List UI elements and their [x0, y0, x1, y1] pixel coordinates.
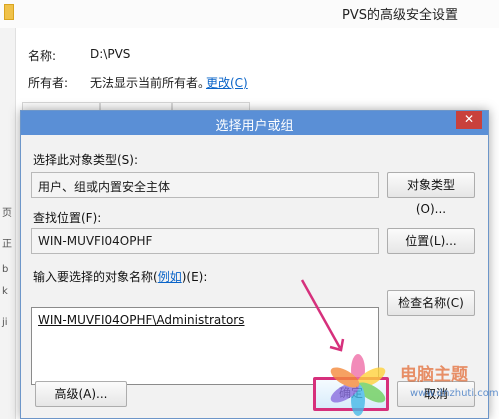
left-strip-text: 页: [2, 208, 12, 219]
watermark-text: 电脑主题: [400, 365, 468, 385]
left-strip-text: ji: [2, 317, 8, 328]
background-left-panel: 页 正 b k ji: [0, 28, 16, 419]
location-label: 查找位置(F):: [33, 211, 102, 225]
folder-icon: [4, 4, 14, 20]
owner-value: 无法显示当前所有者。: [90, 76, 211, 90]
left-strip-text: k: [2, 286, 8, 297]
dialog-titlebar: 选择用户或组 ✕: [21, 111, 488, 135]
change-owner-link[interactable]: 更改(C): [206, 74, 248, 91]
left-strip-text: b: [2, 264, 9, 275]
watermark-domain: www.dnzhuti.com: [410, 388, 499, 399]
object-type-value: 用户、组或内置安全主体: [38, 180, 171, 194]
name-value: D:\PVS: [90, 47, 131, 61]
object-names-label-prefix: 输入要选择的对象名称(: [33, 270, 158, 284]
object-type-field: 用户、组或内置安全主体: [31, 172, 379, 198]
locations-button[interactable]: 位置(L)...: [387, 228, 475, 254]
object-types-button[interactable]: 对象类型(O)...: [387, 172, 475, 216]
close-icon: ✕: [463, 112, 475, 126]
object-names-input[interactable]: WIN-MUVFI04OPHF\Administrators: [31, 307, 379, 385]
close-button[interactable]: ✕: [456, 111, 482, 129]
background-window-title: PVS的高级安全设置: [342, 8, 458, 23]
advanced-button[interactable]: 高级(A)...: [35, 381, 127, 407]
object-names-value: WIN-MUVFI04OPHF\Administrators: [38, 313, 245, 327]
owner-label: 所有者:: [28, 76, 69, 90]
examples-link[interactable]: 例如: [158, 270, 182, 284]
left-strip-text: 正: [2, 239, 12, 250]
dialog-title: 选择用户或组: [215, 119, 294, 134]
background-titlebar: PVS的高级安全设置: [0, 0, 499, 28]
name-label: 名称:: [28, 49, 57, 63]
object-names-label-suffix: )(E):: [181, 270, 208, 284]
object-names-label: 输入要选择的对象名称(例如)(E):: [33, 268, 207, 285]
location-field: WIN-MUVFI04OPHF: [31, 228, 379, 254]
object-type-label: 选择此对象类型(S):: [33, 153, 139, 167]
location-value: WIN-MUVFI04OPHF: [38, 234, 153, 248]
ok-button[interactable]: 确定: [313, 377, 389, 411]
check-names-button[interactable]: 检查名称(C): [387, 290, 475, 316]
